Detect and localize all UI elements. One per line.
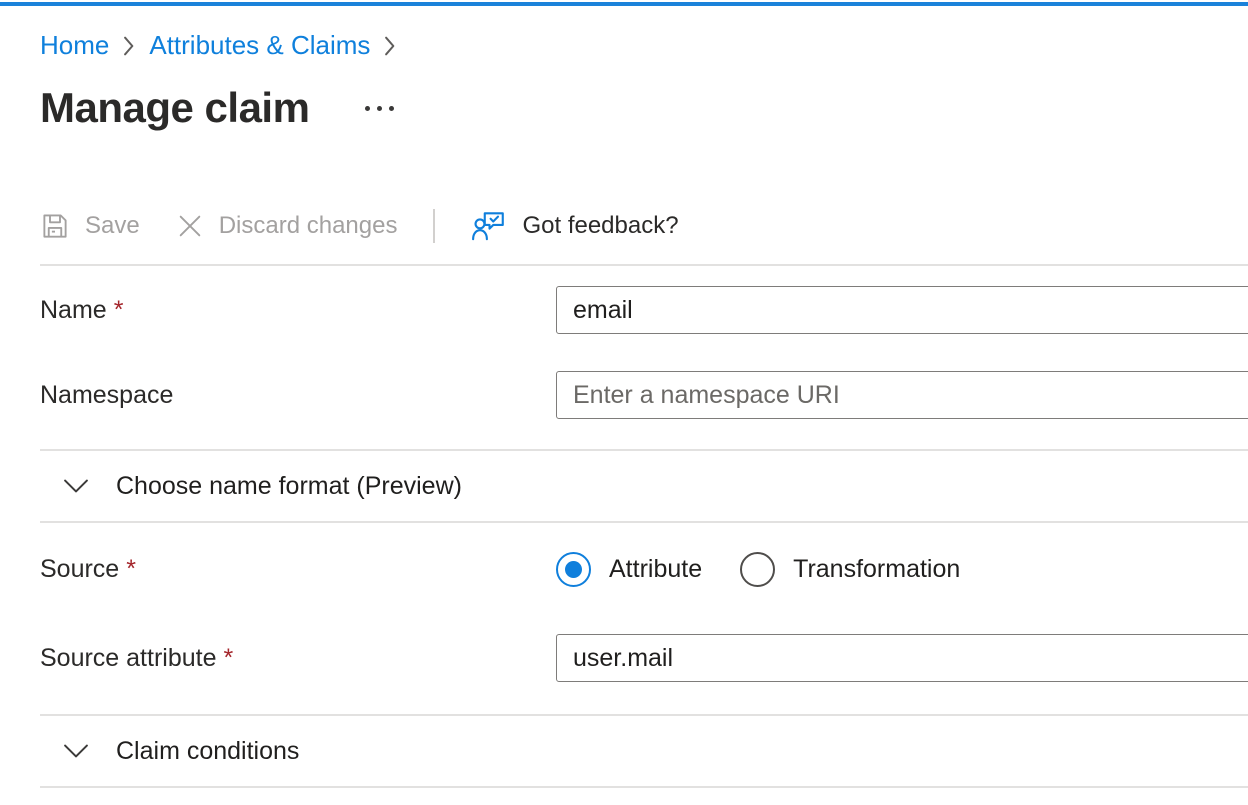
radio-attribute-label: Attribute: [609, 555, 702, 584]
namespace-field-row: Namespace: [40, 371, 1248, 419]
chevron-right-icon: [123, 36, 135, 56]
toolbar-bottom-divider: [40, 264, 1248, 266]
section-label: Choose name format (Preview): [116, 472, 462, 500]
source-attribute-field-row: Source attribute*: [40, 634, 1248, 682]
source-attribute-input[interactable]: [556, 634, 1248, 682]
discard-changes-button[interactable]: Discard changes: [176, 212, 398, 240]
name-field-row: Name*: [40, 286, 1248, 334]
source-field-row: Source* Attribute Transformation: [40, 545, 1248, 593]
required-marker: *: [224, 644, 234, 672]
got-feedback-button[interactable]: Got feedback?: [471, 210, 678, 242]
discard-button-label: Discard changes: [219, 212, 398, 240]
section-choose-name-format[interactable]: Choose name format (Preview): [40, 449, 1248, 523]
save-button-label: Save: [85, 212, 140, 240]
more-options-icon: [377, 106, 382, 111]
more-options-button[interactable]: [361, 98, 398, 119]
breadcrumb-attributes-claims[interactable]: Attributes & Claims: [149, 30, 370, 61]
required-marker: *: [126, 555, 136, 583]
source-radio-group: Attribute Transformation: [556, 552, 960, 587]
command-bar: Save Discard changes: [40, 201, 1248, 251]
feedback-icon: [471, 210, 507, 242]
chevron-right-icon: [384, 36, 396, 56]
save-button[interactable]: Save: [40, 211, 140, 241]
more-options-icon: [389, 106, 394, 111]
section-label: Claim conditions: [116, 737, 299, 765]
title-row: Manage claim: [40, 83, 1248, 133]
chevron-down-icon: [64, 479, 88, 493]
radio-transformation[interactable]: Transformation: [740, 552, 960, 587]
feedback-button-label: Got feedback?: [522, 212, 678, 240]
toolbar-divider: [433, 209, 435, 243]
radio-transformation-label: Transformation: [793, 555, 960, 584]
name-input[interactable]: [556, 286, 1248, 334]
radio-selected-icon: [556, 552, 591, 587]
source-attribute-label: Source attribute*: [40, 644, 556, 673]
save-icon: [40, 211, 70, 241]
radio-unselected-icon: [740, 552, 775, 587]
chevron-down-icon: [64, 744, 88, 758]
manage-claim-page: Home Attributes & Claims Manage claim: [0, 2, 1248, 788]
page-title: Manage claim: [40, 84, 309, 132]
discard-x-icon: [176, 212, 204, 240]
name-label: Name*: [40, 296, 556, 325]
namespace-label: Namespace: [40, 381, 556, 410]
required-marker: *: [114, 296, 124, 324]
radio-attribute[interactable]: Attribute: [556, 552, 702, 587]
breadcrumb-home[interactable]: Home: [40, 30, 109, 61]
source-label: Source*: [40, 555, 556, 584]
section-claim-conditions[interactable]: Claim conditions: [40, 714, 1248, 788]
namespace-input[interactable]: [556, 371, 1248, 419]
top-accent-bar: [0, 2, 1248, 6]
breadcrumb: Home Attributes & Claims: [40, 30, 1248, 61]
more-options-icon: [365, 106, 370, 111]
